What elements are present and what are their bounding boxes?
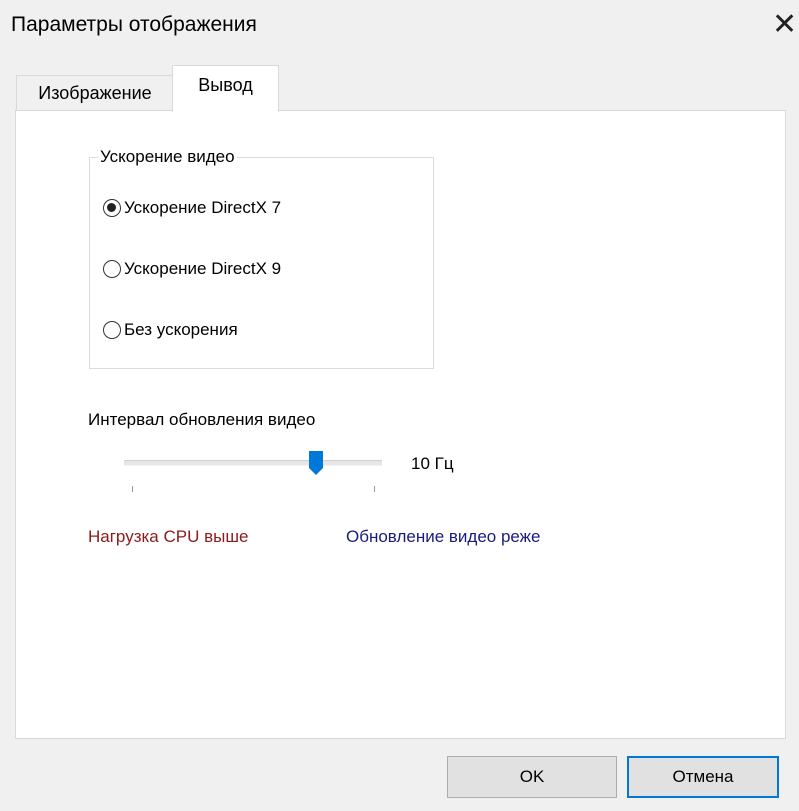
tab-output[interactable]: Вывод bbox=[172, 65, 279, 112]
ok-button[interactable]: OK bbox=[447, 756, 617, 798]
radio-button-icon[interactable] bbox=[103, 260, 121, 278]
tab-image[interactable]: Изображение bbox=[16, 75, 173, 111]
refresh-interval-slider[interactable] bbox=[120, 450, 385, 492]
radio-no-acceleration-label[interactable]: Без ускорения bbox=[124, 319, 238, 341]
slider-tick-min bbox=[132, 486, 133, 492]
radio-directx7[interactable]: Ускорение DirectX 7 bbox=[103, 195, 281, 221]
slider-track[interactable] bbox=[124, 460, 382, 466]
cancel-button[interactable]: Отмена bbox=[627, 756, 779, 798]
cpu-load-hint: Нагрузка CPU выше bbox=[88, 527, 249, 546]
video-acceleration-legend: Ускорение видео bbox=[98, 146, 237, 168]
close-icon[interactable]: ✕ bbox=[772, 10, 797, 40]
radio-no-acceleration[interactable]: Без ускорения bbox=[103, 317, 238, 343]
radio-directx9[interactable]: Ускорение DirectX 9 bbox=[103, 256, 281, 282]
refresh-rate-hint: Обновление видео реже bbox=[346, 527, 541, 546]
radio-directx9-label[interactable]: Ускорение DirectX 9 bbox=[124, 258, 281, 280]
dialog-title: Параметры отображения bbox=[11, 13, 257, 36]
refresh-interval-label: Интервал обновления видео bbox=[88, 410, 316, 429]
refresh-interval-value: 10 Гц bbox=[411, 454, 454, 473]
display-settings-dialog: Параметры отображения ✕ Изображение Выво… bbox=[0, 0, 799, 811]
radio-button-icon[interactable] bbox=[103, 199, 121, 217]
radio-directx7-label[interactable]: Ускорение DirectX 7 bbox=[124, 197, 281, 219]
slider-thumb[interactable] bbox=[308, 450, 324, 476]
slider-tick-max bbox=[374, 486, 375, 492]
radio-button-icon[interactable] bbox=[103, 321, 121, 339]
